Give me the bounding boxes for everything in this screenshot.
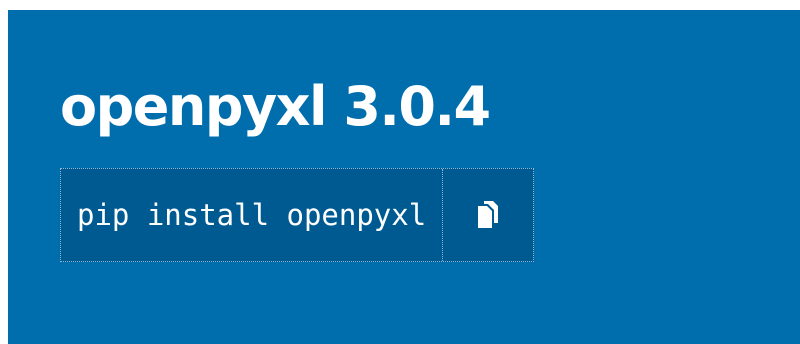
pip-command-box: pip install openpyxl <box>60 168 535 262</box>
package-title: openpyxl 3.0.4 <box>60 75 491 138</box>
pip-install-command[interactable]: pip install openpyxl <box>61 169 442 261</box>
copy-button[interactable] <box>442 169 534 261</box>
package-header-banner: openpyxl 3.0.4 pip install openpyxl <box>8 10 800 344</box>
copy-icon <box>475 199 501 231</box>
